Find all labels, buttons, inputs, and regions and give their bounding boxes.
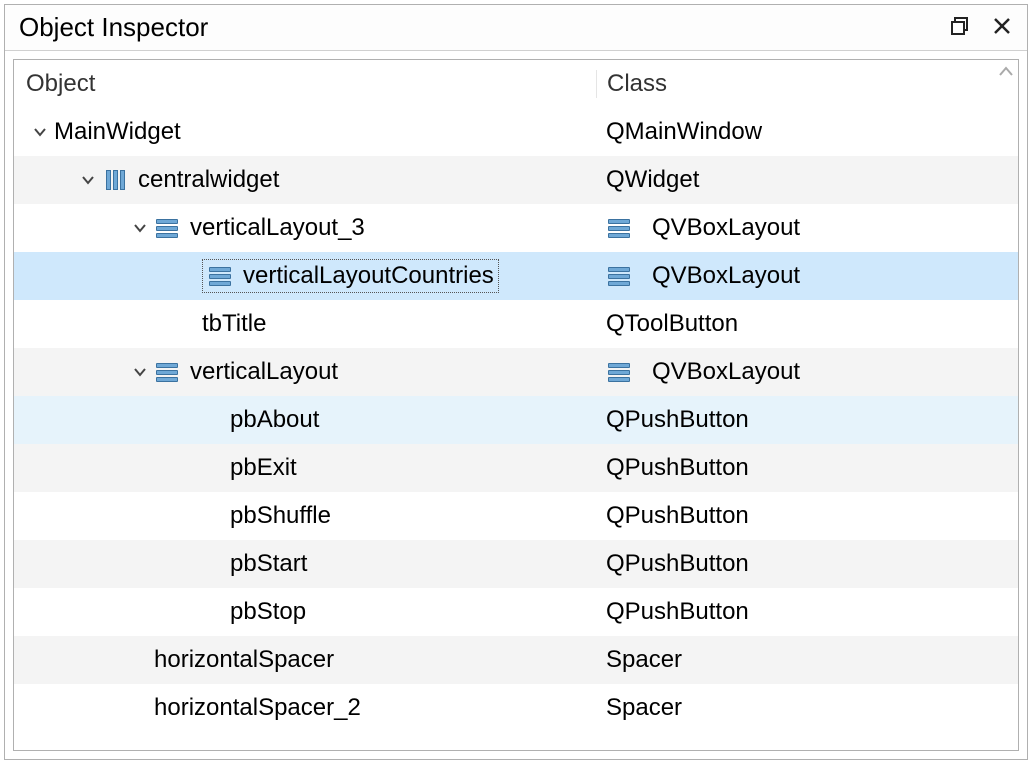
tree-row-mainwidget[interactable]: MainWidget QMainWindow: [14, 108, 1018, 156]
panel-title: Object Inspector: [19, 12, 951, 43]
close-icon[interactable]: [993, 15, 1011, 41]
titlebar: Object Inspector: [5, 5, 1027, 51]
scroll-up-icon[interactable]: [998, 62, 1014, 83]
tree-row-pbabout[interactable]: pbAbout QPushButton: [14, 396, 1018, 444]
chevron-down-icon[interactable]: [74, 172, 102, 188]
vbox-icon: [154, 361, 180, 383]
object-name: centralwidget: [138, 166, 279, 194]
tree-row-verticallayout3[interactable]: verticalLayout_3 QVBoxLayout: [14, 204, 1018, 252]
object-name: verticalLayoutCountries: [243, 262, 494, 290]
object-name: pbExit: [230, 454, 297, 482]
tree-area: Object Class MainWidget QMainWindow ce: [13, 59, 1019, 751]
tree-row-pbstart[interactable]: pbStart QPushButton: [14, 540, 1018, 588]
object-name: verticalLayout: [190, 358, 338, 386]
tree-row-pbshuffle[interactable]: pbShuffle QPushButton: [14, 492, 1018, 540]
class-name: QPushButton: [606, 454, 749, 482]
header-object[interactable]: Object: [14, 70, 596, 98]
vbox-icon: [606, 265, 632, 287]
tree-row-horizontalspacer2[interactable]: horizontalSpacer_2 Spacer: [14, 684, 1018, 732]
tree-row-verticallayoutcountries[interactable]: verticalLayoutCountries QVBoxLayout: [14, 252, 1018, 300]
class-name: QToolButton: [606, 310, 738, 338]
class-name: QWidget: [606, 166, 699, 194]
object-name: pbShuffle: [230, 502, 331, 530]
vbox-icon: [154, 217, 180, 239]
class-name: QPushButton: [606, 502, 749, 530]
object-inspector-panel: Object Inspector Object Class: [4, 4, 1028, 760]
class-name: QPushButton: [606, 598, 749, 626]
object-name: verticalLayout_3: [190, 214, 365, 242]
chevron-down-icon[interactable]: [126, 220, 154, 236]
object-name: MainWidget: [54, 118, 181, 146]
object-name: tbTitle: [202, 310, 266, 338]
class-name: QVBoxLayout: [652, 214, 800, 242]
tree-row-centralwidget[interactable]: centralwidget QWidget: [14, 156, 1018, 204]
chevron-down-icon[interactable]: [126, 364, 154, 380]
chevron-down-icon[interactable]: [26, 124, 54, 140]
restore-icon[interactable]: [951, 15, 969, 41]
tree-row-pbexit[interactable]: pbExit QPushButton: [14, 444, 1018, 492]
tree-table: Object Class MainWidget QMainWindow ce: [14, 60, 1018, 732]
class-name: QVBoxLayout: [652, 358, 800, 386]
class-name: QMainWindow: [606, 118, 762, 146]
object-name: pbStart: [230, 550, 307, 578]
header-class[interactable]: Class: [596, 70, 1018, 98]
object-name: horizontalSpacer: [154, 646, 334, 674]
tree-row-tbtitle[interactable]: tbTitle QToolButton: [14, 300, 1018, 348]
class-name: QPushButton: [606, 550, 749, 578]
class-name: Spacer: [606, 694, 682, 722]
class-name: QVBoxLayout: [652, 262, 800, 290]
vbox-icon: [606, 361, 632, 383]
tree-row-pbstop[interactable]: pbStop QPushButton: [14, 588, 1018, 636]
class-name: Spacer: [606, 646, 682, 674]
vbox-icon: [606, 217, 632, 239]
widget-icon: [102, 169, 128, 191]
object-name: horizontalSpacer_2: [154, 694, 361, 722]
object-name: pbStop: [230, 598, 306, 626]
titlebar-controls: [951, 15, 1019, 41]
tree-row-horizontalspacer[interactable]: horizontalSpacer Spacer: [14, 636, 1018, 684]
header-row: Object Class: [14, 60, 1018, 108]
object-name: pbAbout: [230, 406, 319, 434]
vbox-icon: [207, 265, 233, 287]
class-name: QPushButton: [606, 406, 749, 434]
tree-row-verticallayout[interactable]: verticalLayout QVBoxLayout: [14, 348, 1018, 396]
